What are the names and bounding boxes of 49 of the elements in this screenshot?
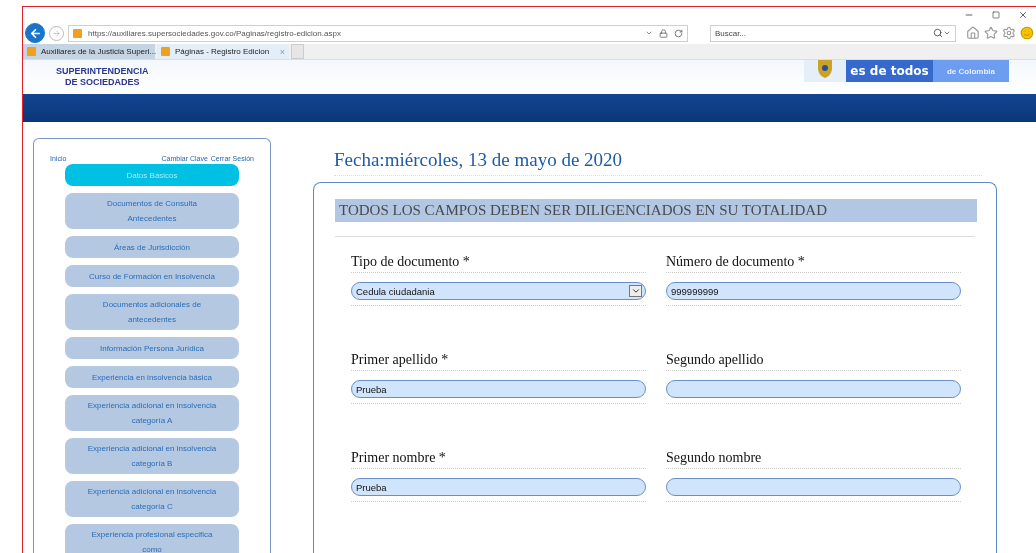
browser-tab[interactable]: Auxiliares de la Justicia Superi... xyxy=(23,44,155,59)
restore-icon[interactable] xyxy=(992,10,1000,19)
tab-close[interactable]: × xyxy=(279,46,285,57)
field-label: Tipo de documento * xyxy=(351,254,646,273)
sidebar-item[interactable]: Experiencia adicional en insolvencia categoría B xyxy=(65,438,239,474)
sidebar-item[interactable]: Áreas de Jurisdicción xyxy=(65,236,239,258)
dropdown-icon[interactable] xyxy=(943,29,952,37)
home-icon[interactable] xyxy=(966,26,981,40)
address-bar[interactable]: https://auxiliares.supersociedades.gov.co/Paginas/registro-edicion.aspx xyxy=(68,24,688,42)
banner-text: es de todos xyxy=(846,60,933,82)
close-icon[interactable] xyxy=(1018,9,1028,20)
dropdown-icon xyxy=(629,285,642,297)
sidebar-item[interactable]: Documentos de Consulta Antecedentes xyxy=(65,193,239,229)
site-icon xyxy=(73,28,82,38)
sidebar-item[interactable]: Experiencia en insolvencia básica xyxy=(65,366,239,388)
sidebar-item[interactable]: Experiencia profesional especifica como xyxy=(65,524,239,553)
dropdown-icon[interactable] xyxy=(644,29,653,37)
search-icon[interactable] xyxy=(933,28,944,38)
search-field[interactable]: Buscar... xyxy=(709,24,957,42)
field-label: Primer nombre * xyxy=(351,450,646,469)
site-icon xyxy=(161,47,170,56)
forward-icon[interactable] xyxy=(49,25,64,41)
browser-tab[interactable]: Páginas - Registro Edicion × xyxy=(157,44,289,59)
sidebar-item[interactable]: Curso de Formación en Insolvencia xyxy=(65,265,239,287)
smiley-icon[interactable] xyxy=(1020,26,1034,40)
logo-text: SUPERINTENDENCIA DE SOCIEDADES xyxy=(56,65,149,88)
sidebar-item[interactable]: Experiencia adicional en insolvencia categoría A xyxy=(65,395,239,431)
site-icon xyxy=(27,47,36,56)
input-field[interactable] xyxy=(666,478,961,496)
refresh-icon[interactable] xyxy=(673,28,683,38)
field-label: Segundo apellido xyxy=(666,352,961,371)
notice-banner: TODOS LOS CAMPOS DEBEN SER DILIGENCIADOS EN SU TOTALIDAD xyxy=(335,199,977,222)
field-label: Segundo nombre xyxy=(666,450,961,469)
banner-text: de Colombia xyxy=(933,60,1009,82)
input-field[interactable]: Prueba xyxy=(351,380,646,398)
sidebar-item[interactable]: Documentos adicionales de antecedentes xyxy=(65,294,239,330)
input-field[interactable]: 999999999 xyxy=(666,282,961,300)
input-field[interactable] xyxy=(666,380,961,398)
sidebar-item[interactable]: Experiencia adicional en insolvencia categoría C xyxy=(65,481,239,517)
field-label: Primer apellido * xyxy=(351,352,646,371)
settings-icon[interactable] xyxy=(1002,26,1017,40)
document-type-select[interactable]: Cedula ciudadania xyxy=(351,282,646,300)
sidebar-item[interactable]: Información Persona Jurídica xyxy=(65,337,239,359)
lock-icon xyxy=(658,28,668,38)
input-field[interactable]: Prueba xyxy=(351,478,646,496)
favorites-icon[interactable] xyxy=(984,26,999,40)
back-icon[interactable] xyxy=(25,23,45,43)
field-label: Número de documento * xyxy=(666,254,961,273)
date-heading: Fecha:miércoles, 13 de mayo de 2020 xyxy=(334,149,982,176)
